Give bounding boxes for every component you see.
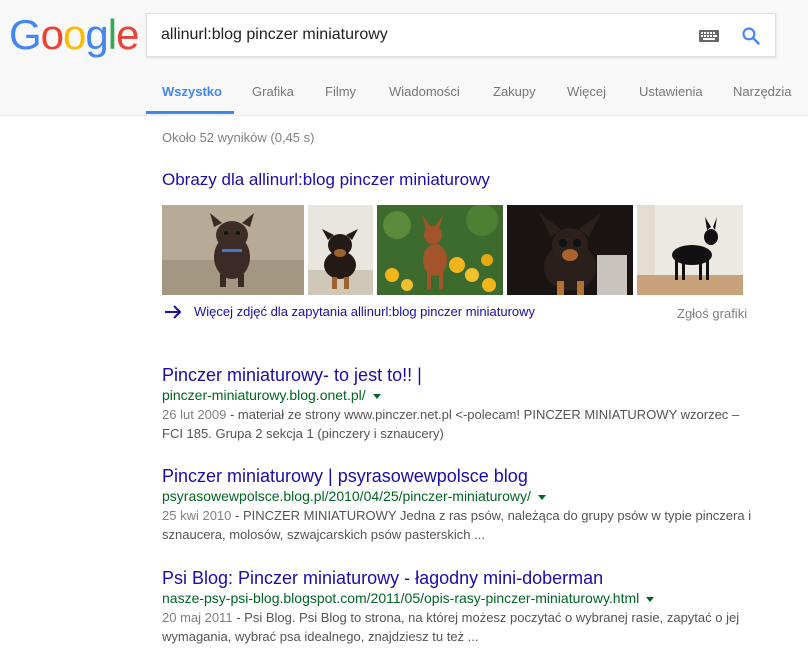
dropdown-caret-icon[interactable] xyxy=(372,393,381,399)
result-url-text: psyrasowewpolsce.blog.pl/2010/04/25/pinc… xyxy=(162,488,531,504)
result-snippet: 25 kwi 2010 - PINCZER MINIATUROWY Jedna … xyxy=(162,506,762,544)
tab-shopping[interactable]: Zakupy xyxy=(493,84,536,99)
result-url[interactable]: psyrasowewpolsce.blog.pl/2010/04/25/pinc… xyxy=(162,487,762,505)
result-url[interactable]: pinczer-miniaturowy.blog.onet.pl/ xyxy=(162,386,762,404)
search-result: Pinczer miniaturowy- to jest to!! | pinc… xyxy=(162,364,762,443)
logo-letter: e xyxy=(116,11,139,58)
dropdown-caret-icon[interactable] xyxy=(646,596,655,602)
tab-videos[interactable]: Filmy xyxy=(325,84,356,99)
tab-all[interactable]: Wszystko xyxy=(162,84,222,99)
logo-letter: l xyxy=(107,11,117,58)
result-snippet-text: - PINCZER MINIATUROWY Jedna z ras psów, … xyxy=(162,508,752,542)
keyboard-icon[interactable] xyxy=(699,30,719,42)
result-url-text: nasze-psy-psi-blog.blogspot.com/2011/05/… xyxy=(162,590,640,606)
result-title[interactable]: Pinczer miniaturowy | psyrasowewpolsce b… xyxy=(162,465,762,487)
image-thumbnail[interactable] xyxy=(308,205,373,295)
result-snippet: 20 maj 2011 - Psi Blog. Psi Blog to stro… xyxy=(162,608,762,646)
tab-images[interactable]: Grafika xyxy=(252,84,294,99)
image-thumbnail[interactable] xyxy=(377,205,503,295)
tab-tools[interactable]: Narzędzia xyxy=(733,84,792,99)
search-tabs: Wszystko Grafika Filmy Wiadomości Zakupy… xyxy=(0,74,808,115)
logo-letter: G xyxy=(9,11,42,58)
image-thumbnail[interactable] xyxy=(162,205,304,295)
result-title[interactable]: Pinczer miniaturowy- to jest to!! | xyxy=(162,364,762,386)
search-box xyxy=(146,13,776,57)
arrow-right-icon xyxy=(165,305,182,319)
more-images-link[interactable]: Więcej zdjęć dla zapytania allinurl:blog… xyxy=(194,304,535,319)
tab-news[interactable]: Wiadomości xyxy=(389,84,460,99)
result-snippet-text: - materiał ze strony www.pinczer.net.pl … xyxy=(162,407,740,441)
tab-settings[interactable]: Ustawienia xyxy=(639,84,703,99)
search-icon[interactable] xyxy=(741,26,761,46)
result-snippet: 26 lut 2009 - materiał ze strony www.pin… xyxy=(162,405,762,443)
images-section-title[interactable]: Obrazy dla allinurl:blog pinczer miniatu… xyxy=(162,170,490,190)
report-images-link[interactable]: Zgłoś grafiki xyxy=(677,306,747,321)
tab-more[interactable]: Więcej xyxy=(567,84,606,99)
result-url-text: pinczer-miniaturowy.blog.onet.pl/ xyxy=(162,387,366,403)
google-logo[interactable]: Google xyxy=(9,11,139,59)
active-tab-indicator xyxy=(146,111,234,114)
logo-letter: o xyxy=(40,11,64,58)
search-result: Pinczer miniaturowy | psyrasowewpolsce b… xyxy=(162,465,762,544)
logo-letter: g xyxy=(85,11,108,58)
search-input[interactable] xyxy=(161,14,681,56)
search-result: Psi Blog: Pinczer miniaturowy - łagodny … xyxy=(162,567,762,646)
result-title[interactable]: Psi Blog: Pinczer miniaturowy - łagodny … xyxy=(162,567,762,589)
header: Google Wszystko Grafika Filmy Wiadomości… xyxy=(0,0,808,116)
result-snippet-text: - Psi Blog. Psi Blog to strona, na które… xyxy=(162,610,740,644)
result-stats: Około 52 wyników (0,45 s) xyxy=(162,130,315,145)
image-thumbnail[interactable] xyxy=(507,205,633,295)
result-date: 20 maj 2011 xyxy=(162,610,233,625)
result-url[interactable]: nasze-psy-psi-blog.blogspot.com/2011/05/… xyxy=(162,589,762,607)
dropdown-caret-icon[interactable] xyxy=(537,494,546,500)
image-thumbnail[interactable] xyxy=(637,205,743,295)
logo-letter: o xyxy=(63,11,86,58)
result-date: 26 lut 2009 xyxy=(162,407,227,422)
result-date: 25 kwi 2010 xyxy=(162,508,232,523)
